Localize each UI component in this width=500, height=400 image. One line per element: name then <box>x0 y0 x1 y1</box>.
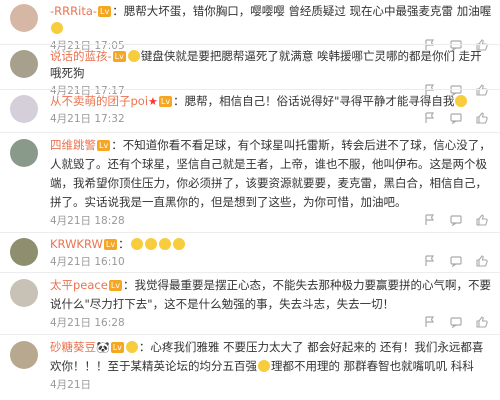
comment-meta: 4月21日 16:10 <box>50 253 500 271</box>
like-icon[interactable] <box>476 212 488 230</box>
report-icon[interactable] <box>424 314 436 332</box>
emoji-icon <box>125 341 138 353</box>
comment-text: ：腮帮，相信自己！俗话说得好"寻得平静才能寻得自我 <box>173 94 455 108</box>
reply-icon[interactable] <box>450 253 462 271</box>
emoji-icon <box>130 238 143 250</box>
comment-date: 4月21日 17:32 <box>50 113 125 125</box>
emoji-icon <box>158 238 171 250</box>
comment-date: 4月21日 16:28 <box>50 317 125 329</box>
like-icon[interactable] <box>476 253 488 271</box>
level-badge: Lv <box>103 239 118 250</box>
emoji-icon <box>51 22 63 34</box>
level-badge: Lv <box>108 280 123 291</box>
comment-text: ：不知道你看不看足球，有个球星叫托雷斯，转会后进不了球，信心没了，人就毁了。还有… <box>50 138 491 209</box>
comment-username[interactable]: 说话的蓝孩- <box>50 49 112 63</box>
comment-feed: -RRRita- Lv ：腮帮大坏蛋，错你胸口，嘤嘤嘤 曾经质疑过 现在心中最强麦克… <box>0 0 500 400</box>
comment-item: 从不卖萌的团子poi★ Lv ：腮帮，相信自己！俗话说得好"寻得平静才能寻得自我 4… <box>0 89 500 132</box>
avatar[interactable] <box>10 238 38 266</box>
avatar[interactable] <box>10 139 38 167</box>
level-badge: Lv <box>98 6 112 17</box>
comment-meta: 4月21日 18:28 <box>50 212 500 230</box>
avatar[interactable] <box>10 341 38 369</box>
comment-date: 4月21日 16:10 <box>50 256 125 268</box>
like-icon[interactable] <box>476 110 488 128</box>
level-badge: Lv <box>97 140 111 151</box>
avatar[interactable] <box>10 50 38 78</box>
emoji-icon <box>127 50 140 62</box>
comment-actions <box>410 314 488 332</box>
comment-username[interactable]: 四维跳警 <box>50 138 96 152</box>
comment-item: -RRRita- Lv ：腮帮大坏蛋，错你胸口，嘤嘤嘤 曾经质疑过 现在心中最强麦克… <box>0 0 500 52</box>
comment-username[interactable]: 太平peace <box>50 278 108 292</box>
like-icon[interactable] <box>476 314 488 332</box>
comment-actions <box>410 253 488 271</box>
comment-date: 4月21日 <box>50 379 92 391</box>
comment-item: KRWKRW Lv： 4月21日 16:10 <box>0 232 500 272</box>
reply-icon[interactable] <box>450 110 462 128</box>
avatar[interactable] <box>10 4 38 32</box>
comment-username[interactable]: -RRRita- <box>50 4 97 18</box>
level-badge: Lv <box>158 96 173 107</box>
comment-item: 太平peace Lv ：我觉得最重要是摆正心态，不能失去那种极力要赢要拼的心气啊，不… <box>0 272 500 334</box>
report-icon[interactable] <box>424 253 436 271</box>
level-badge: Lv <box>112 51 126 62</box>
avatar[interactable] <box>10 279 38 307</box>
comment-text: ：腮帮大坏蛋，错你胸口，嘤嘤嘤 曾经质疑过 现在心中最强麦克雷 加油喔 <box>112 4 492 18</box>
comment-item: 说话的蓝孩- Lv 键盘侠就是要把腮帮逼死了就满意 唉韩援哪亡灵哪的都是你们 走开哦… <box>0 44 500 97</box>
emoji-icon <box>144 238 157 250</box>
comment-item: 四维跳警 Lv ：不知道你看不看足球，有个球星叫托雷斯，转会后进不了球，信心没了，人… <box>0 132 500 232</box>
comment-meta: 4月21日 16:28 <box>50 314 500 332</box>
emoji-icon <box>455 95 468 107</box>
comment-meta: 4月21日 <box>50 376 500 394</box>
comment-text-continued: 理都不用理的 那群春智也就嘴叽叽 科科 <box>271 359 474 373</box>
comment-date: 4月21日 18:28 <box>50 215 125 227</box>
avatar[interactable] <box>10 95 38 123</box>
report-icon[interactable] <box>424 110 436 128</box>
emoji-icon <box>258 360 270 372</box>
star-icon: ★ <box>148 95 158 108</box>
comment-username[interactable]: 从不卖萌的团子poi <box>50 94 148 108</box>
reply-icon[interactable] <box>450 314 462 332</box>
reply-icon[interactable] <box>450 212 462 230</box>
comment-actions <box>410 212 488 230</box>
comment-meta: 4月21日 17:32 <box>50 110 500 128</box>
report-icon[interactable] <box>424 212 436 230</box>
comment-text: ： <box>118 237 130 251</box>
panda-icon: 🐼 <box>96 341 110 354</box>
emoji-icon <box>172 238 185 250</box>
comment-actions <box>410 110 488 128</box>
level-badge: Lv <box>110 342 124 353</box>
comment-username[interactable]: KRWKRW <box>50 237 103 251</box>
comment-item: 砂糖葵豆🐼 Lv ：心疼我们雅雅 不要压力太大了 都会好起来的 还有！我们永远都喜欢… <box>0 334 500 400</box>
comment-username[interactable]: 砂糖葵豆 <box>50 340 96 354</box>
